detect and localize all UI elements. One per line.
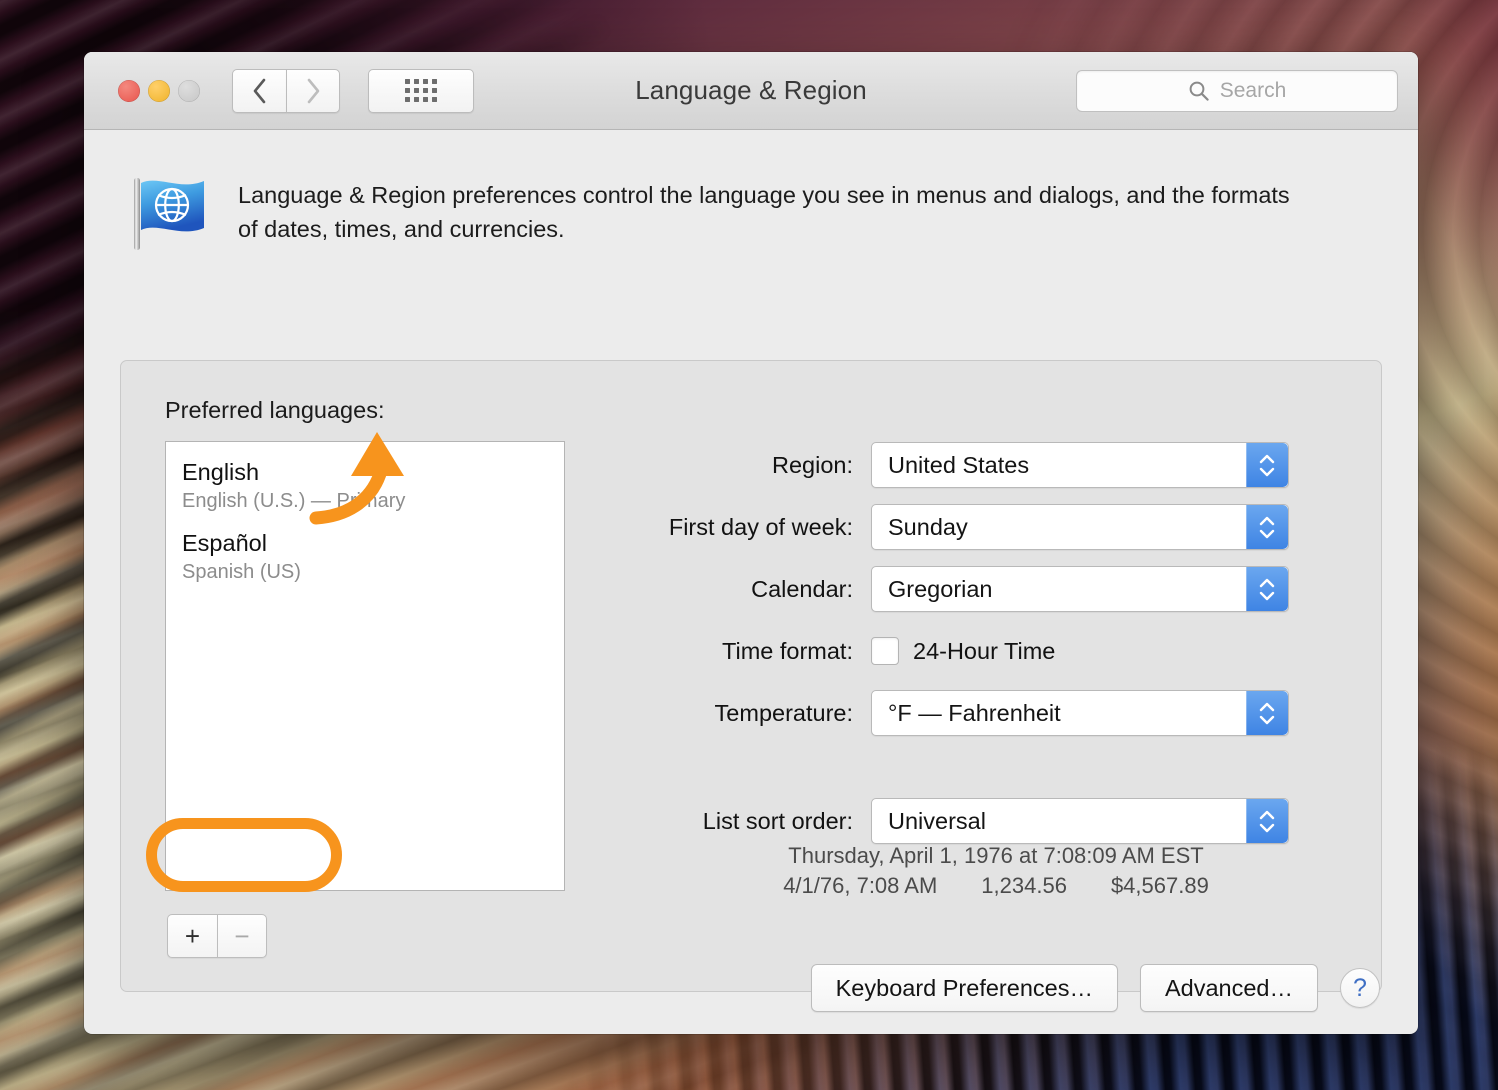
remove-language-button: − xyxy=(217,914,267,958)
time-format-row: Time format: 24-Hour Time xyxy=(621,627,1351,675)
navigation-button-group xyxy=(232,69,474,113)
short-format-samples: 4/1/76, 7:08 AM 1,234.56 $4,567.89 xyxy=(641,871,1351,901)
window-footer: Keyboard Preferences… Advanced… ? xyxy=(811,964,1380,1012)
format-preview: Thursday, April 1, 1976 at 7:08:09 AM ES… xyxy=(621,841,1351,901)
number-sample: 1,234.56 xyxy=(981,871,1067,901)
temperature-value: °F — Fahrenheit xyxy=(888,700,1061,727)
stepper-arrows-icon[interactable] xyxy=(1246,691,1288,735)
preferred-languages-label: Preferred languages: xyxy=(165,397,384,424)
advanced-button[interactable]: Advanced… xyxy=(1140,964,1318,1012)
list-sort-order-select[interactable]: Universal xyxy=(871,798,1289,844)
add-remove-language-group: + − xyxy=(167,914,267,958)
region-row: Region: United States xyxy=(621,441,1351,489)
traffic-light-group xyxy=(118,80,200,102)
language-name: Español xyxy=(182,529,564,558)
first-day-of-week-select[interactable]: Sunday xyxy=(871,504,1289,550)
region-label: Region: xyxy=(621,452,871,479)
stepper-arrows-icon[interactable] xyxy=(1246,799,1288,843)
back-button[interactable] xyxy=(232,69,286,113)
show-all-button[interactable] xyxy=(368,69,474,113)
list-sort-order-value: Universal xyxy=(888,808,986,835)
search-placeholder: Search xyxy=(1220,79,1287,103)
grid-dots-icon xyxy=(405,79,437,102)
help-button[interactable]: ? xyxy=(1340,968,1380,1008)
region-settings-form: Region: United States First day of week:… xyxy=(621,441,1351,859)
system-preferences-window: Language & Region Search xyxy=(84,52,1418,1034)
chevron-left-icon xyxy=(252,78,268,104)
stepper-arrows-icon[interactable] xyxy=(1246,443,1288,487)
flag-globe-icon xyxy=(128,172,212,256)
first-day-of-week-label: First day of week: xyxy=(621,514,871,541)
intro-block: Language & Region preferences control th… xyxy=(122,130,1380,256)
calendar-row: Calendar: Gregorian xyxy=(621,565,1351,613)
time-format-checkbox-group[interactable]: 24-Hour Time xyxy=(871,637,1055,665)
chevron-right-icon xyxy=(305,78,321,104)
calendar-value: Gregorian xyxy=(888,576,993,603)
24-hour-time-label: 24-Hour Time xyxy=(913,638,1055,665)
stepper-arrows-icon[interactable] xyxy=(1246,567,1288,611)
temperature-row: Temperature: °F — Fahrenheit xyxy=(621,689,1351,737)
search-field[interactable]: Search xyxy=(1076,70,1398,112)
forward-button xyxy=(286,69,340,113)
window-titlebar: Language & Region Search xyxy=(84,52,1418,130)
region-value: United States xyxy=(888,452,1029,479)
close-button[interactable] xyxy=(118,80,140,102)
temperature-label: Temperature: xyxy=(621,700,871,727)
24-hour-time-checkbox[interactable] xyxy=(871,637,899,665)
first-day-of-week-value: Sunday xyxy=(888,514,968,541)
language-detail: Spanish (US) xyxy=(182,558,564,586)
preferred-languages-list[interactable]: English English (U.S.) — Primary Español… xyxy=(165,441,565,891)
language-name: English xyxy=(182,458,564,487)
search-icon xyxy=(1188,80,1210,102)
list-sort-order-row: List sort order: Universal xyxy=(621,797,1351,845)
first-day-of-week-row: First day of week: Sunday xyxy=(621,503,1351,551)
list-item[interactable]: English English (U.S.) — Primary xyxy=(166,442,564,515)
minimize-button[interactable] xyxy=(148,80,170,102)
keyboard-preferences-button[interactable]: Keyboard Preferences… xyxy=(811,964,1118,1012)
language-region-groupbox: Preferred languages: English English (U.… xyxy=(120,360,1382,992)
list-sort-order-label: List sort order: xyxy=(621,808,871,835)
intro-description: Language & Region preferences control th… xyxy=(238,172,1298,246)
language-detail: English (U.S.) — Primary xyxy=(182,487,564,515)
currency-sample: $4,567.89 xyxy=(1111,871,1209,901)
calendar-select[interactable]: Gregorian xyxy=(871,566,1289,612)
calendar-label: Calendar: xyxy=(621,576,871,603)
stepper-arrows-icon[interactable] xyxy=(1246,505,1288,549)
time-format-label: Time format: xyxy=(621,638,871,665)
temperature-select[interactable]: °F — Fahrenheit xyxy=(871,690,1289,736)
add-language-button[interactable]: + xyxy=(167,914,217,958)
short-date-sample: 4/1/76, 7:08 AM xyxy=(783,871,937,901)
long-date-sample: Thursday, April 1, 1976 at 7:08:09 AM ES… xyxy=(641,841,1351,871)
list-item[interactable]: Español Spanish (US) xyxy=(166,515,564,586)
region-select[interactable]: United States xyxy=(871,442,1289,488)
zoom-button xyxy=(178,80,200,102)
window-content: Language & Region preferences control th… xyxy=(84,130,1418,1034)
